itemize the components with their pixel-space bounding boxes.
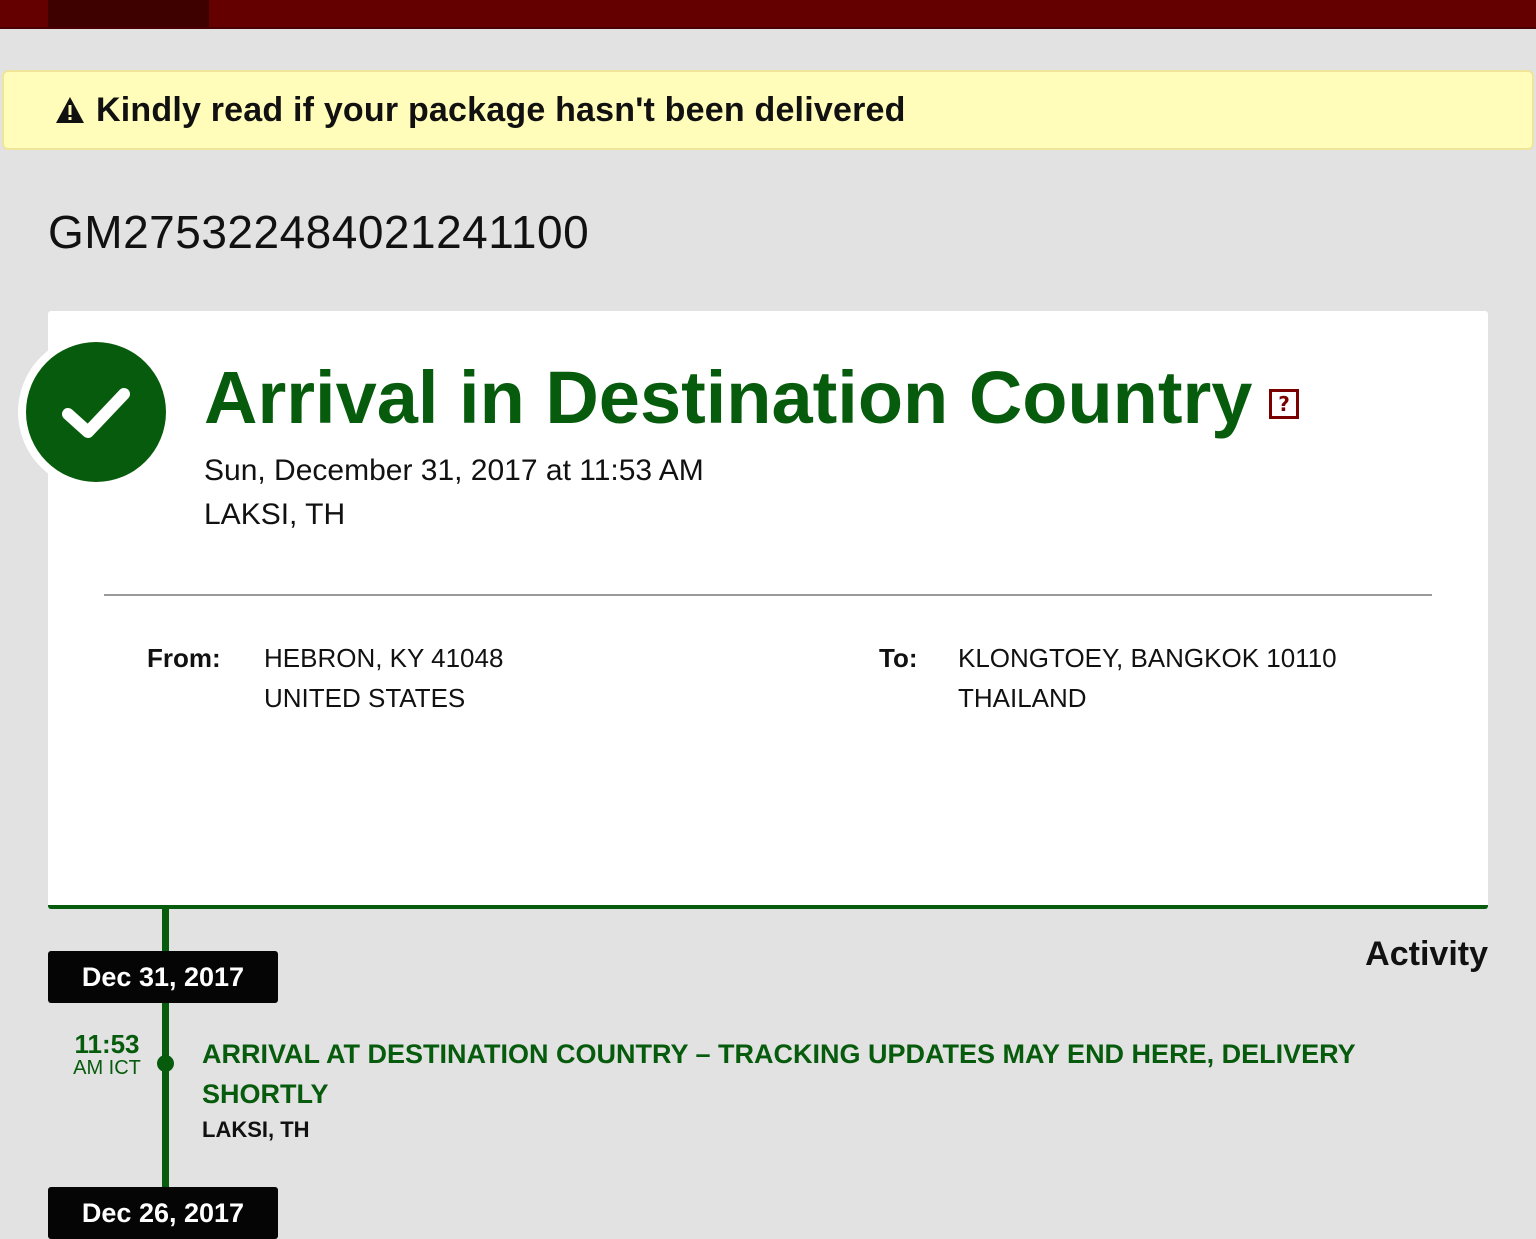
date-badge: Dec 31, 2017	[48, 951, 278, 1003]
top-navigation-bar	[0, 0, 1536, 29]
card-divider	[104, 594, 1432, 596]
status-badge	[18, 334, 174, 490]
event-time-zone: AM ICT	[73, 1057, 141, 1079]
from-address-line2: UNITED STATES	[264, 683, 466, 713]
event-location: LAKSI, TH	[202, 1117, 310, 1142]
activity-heading: Activity	[1365, 935, 1488, 973]
from-address-line1: HEBRON, KY 41048	[264, 643, 504, 673]
event-time-hm: 11:53	[74, 1029, 140, 1059]
delivery-notice-text[interactable]: Kindly read if your package hasn't been …	[96, 91, 906, 130]
timeline-dot	[157, 1055, 174, 1072]
help-icon[interactable]: ?	[1269, 389, 1299, 419]
to-label: To:	[879, 643, 918, 673]
status-title: Arrival in Destination Country	[204, 356, 1253, 439]
status-location: LAKSI, TH	[204, 498, 346, 531]
delivery-notice-banner[interactable]: Kindly read if your package hasn't been …	[2, 70, 1534, 150]
status-datetime: Sun, December 31, 2017 at 11:53 AM	[204, 454, 704, 487]
warning-triangle-icon	[54, 94, 86, 126]
tracking-number: GM275322484021241100	[48, 206, 590, 258]
from-label: From:	[147, 643, 221, 673]
to-address-line2: THAILAND	[958, 683, 1087, 713]
nav-tab-active[interactable]	[48, 0, 209, 27]
date-badge: Dec 26, 2017	[48, 1187, 278, 1239]
event-time: 11:53 AM ICT	[60, 1031, 154, 1078]
event-description: ARRIVAL AT DESTINATION COUNTRY – TRACKIN…	[202, 1039, 1356, 1109]
to-address-line1: KLONGTOEY, BANGKOK 10110	[958, 643, 1337, 673]
checkmark-icon	[62, 388, 130, 438]
